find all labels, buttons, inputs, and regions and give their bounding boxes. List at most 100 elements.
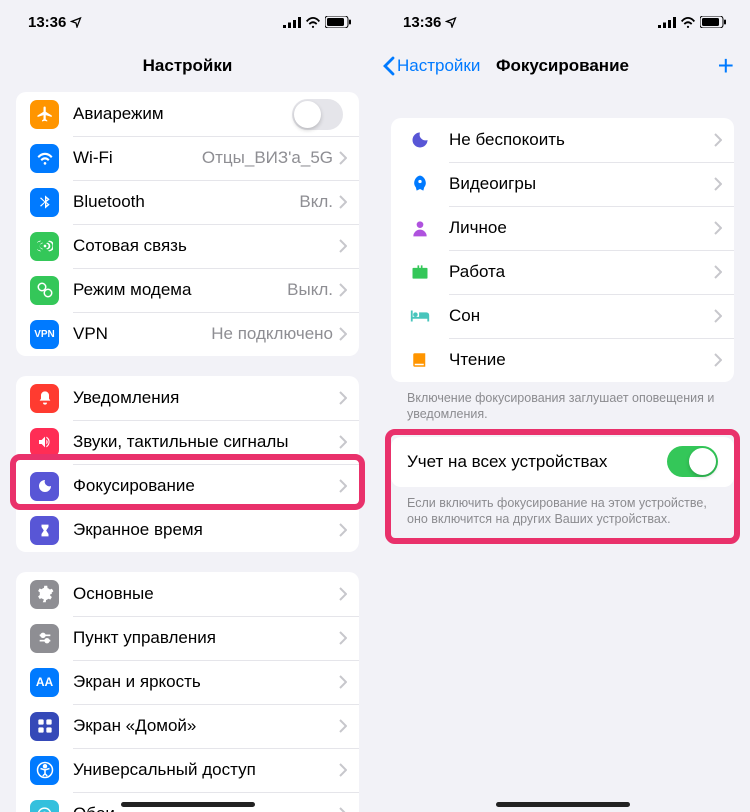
- chevron-icon: [339, 719, 347, 733]
- briefcase-icon: [405, 262, 435, 282]
- row-general[interactable]: Основные: [16, 572, 359, 616]
- settings-group-notifications: Уведомления Звуки, тактильные сигналы: [16, 376, 359, 552]
- row-display[interactable]: AA Экран и яркость: [16, 660, 359, 704]
- cellular-icon: [658, 17, 676, 28]
- row-hotspot[interactable]: Режим модема Выкл.: [16, 268, 359, 312]
- phone-right: 13:36 Настройки Фокусирование + Не беспо…: [375, 0, 750, 812]
- row-label: Экран «Домой»: [73, 716, 196, 736]
- page-title: Фокусирование: [496, 56, 629, 76]
- row-bluetooth[interactable]: Bluetooth Вкл.: [16, 180, 359, 224]
- row-label: Режим модема: [73, 280, 191, 300]
- row-value: Выкл.: [287, 280, 333, 300]
- row-label: Уведомления: [73, 388, 179, 408]
- row-label: Обои: [73, 804, 115, 812]
- settings-list[interactable]: Авиарежим Wi-Fi Отцы_ВИЗ'а_5G: [0, 88, 375, 812]
- chevron-icon: [339, 151, 347, 165]
- row-label: Работа: [449, 262, 505, 282]
- chevron-icon: [339, 763, 347, 777]
- row-vpn[interactable]: VPN VPN Не подключено: [16, 312, 359, 356]
- gear-icon: [30, 580, 59, 609]
- back-label: Настройки: [397, 56, 480, 76]
- status-time: 13:36: [403, 14, 441, 31]
- chevron-icon: [714, 265, 722, 279]
- row-sounds[interactable]: Звуки, тактильные сигналы: [16, 420, 359, 464]
- focus-modes-group: Не беспокоить Видеоигры Личное: [391, 118, 734, 382]
- vpn-icon: VPN: [30, 320, 59, 349]
- chevron-icon: [339, 587, 347, 601]
- moon-icon: [30, 472, 59, 501]
- chevron-icon: [339, 327, 347, 341]
- share-across-devices-group: Учет на всех устройствах: [391, 437, 734, 487]
- row-sleep[interactable]: Сон: [391, 294, 734, 338]
- bluetooth-icon: [30, 188, 59, 217]
- row-notifications[interactable]: Уведомления: [16, 376, 359, 420]
- moon-icon: [405, 130, 435, 150]
- chevron-icon: [339, 675, 347, 689]
- accessibility-icon: [30, 756, 59, 785]
- battery-icon: [325, 16, 351, 28]
- row-home-screen[interactable]: Экран «Домой»: [16, 704, 359, 748]
- row-airplane[interactable]: Авиарежим: [16, 92, 359, 136]
- chevron-left-icon: [383, 56, 395, 76]
- wifi-icon: [305, 16, 321, 28]
- chevron-icon: [339, 523, 347, 537]
- row-label: Видеоигры: [449, 174, 536, 194]
- chevron-icon: [714, 221, 722, 235]
- row-label: Основные: [73, 584, 154, 604]
- row-label: Wi-Fi: [73, 148, 113, 168]
- row-label: VPN: [73, 324, 108, 344]
- focus-list[interactable]: Не беспокоить Видеоигры Личное: [375, 88, 750, 812]
- battery-icon: [700, 16, 726, 28]
- row-focus[interactable]: Фокусирование: [16, 464, 359, 508]
- row-value: Вкл.: [299, 192, 333, 212]
- row-label: Экранное время: [73, 520, 203, 540]
- row-accessibility[interactable]: Универсальный доступ: [16, 748, 359, 792]
- wifi-icon: [30, 144, 59, 173]
- chevron-icon: [339, 479, 347, 493]
- row-label: Сотовая связь: [73, 236, 187, 256]
- bed-icon: [405, 308, 435, 324]
- hourglass-icon: [30, 516, 59, 545]
- page-title: Настройки: [143, 56, 233, 76]
- home-indicator[interactable]: [121, 802, 255, 807]
- row-wifi[interactable]: Wi-Fi Отцы_ВИЗ'а_5G: [16, 136, 359, 180]
- share-devices-toggle[interactable]: [667, 446, 718, 477]
- status-bar: 13:36: [0, 0, 375, 44]
- row-label: Личное: [449, 218, 507, 238]
- back-button[interactable]: Настройки: [383, 56, 480, 76]
- text-size-icon: AA: [30, 668, 59, 697]
- row-label: Пункт управления: [73, 628, 216, 648]
- row-personal[interactable]: Личное: [391, 206, 734, 250]
- apps-grid-icon: [30, 712, 59, 741]
- settings-group-general: Основные Пункт управления AA Экран и ярк…: [16, 572, 359, 812]
- sliders-icon: [30, 624, 59, 653]
- row-control-center[interactable]: Пункт управления: [16, 616, 359, 660]
- location-icon: [70, 16, 82, 28]
- row-value: Отцы_ВИЗ'а_5G: [202, 148, 333, 168]
- row-work[interactable]: Работа: [391, 250, 734, 294]
- row-share-devices[interactable]: Учет на всех устройствах: [391, 437, 734, 487]
- row-dnd[interactable]: Не беспокоить: [391, 118, 734, 162]
- row-screentime[interactable]: Экранное время: [16, 508, 359, 552]
- row-cellular[interactable]: Сотовая связь: [16, 224, 359, 268]
- row-reading[interactable]: Чтение: [391, 338, 734, 382]
- chevron-icon: [339, 391, 347, 405]
- person-icon: [405, 218, 435, 238]
- chevron-icon: [339, 631, 347, 645]
- rocket-icon: [405, 174, 435, 194]
- airplane-toggle[interactable]: [292, 99, 343, 130]
- chevron-icon: [714, 309, 722, 323]
- wallpaper-icon: [30, 800, 59, 812]
- row-value: Не подключено: [211, 324, 333, 344]
- status-indicators: [283, 16, 351, 28]
- home-indicator[interactable]: [496, 802, 630, 807]
- bell-icon: [30, 384, 59, 413]
- add-button[interactable]: +: [718, 52, 734, 80]
- settings-group-connectivity: Авиарежим Wi-Fi Отцы_ВИЗ'а_5G: [16, 92, 359, 356]
- row-label: Универсальный доступ: [73, 760, 256, 780]
- row-gaming[interactable]: Видеоигры: [391, 162, 734, 206]
- cellular-icon: [283, 17, 301, 28]
- row-label: Сон: [449, 306, 480, 326]
- nav-bar: Настройки Фокусирование +: [375, 44, 750, 88]
- chevron-icon: [339, 195, 347, 209]
